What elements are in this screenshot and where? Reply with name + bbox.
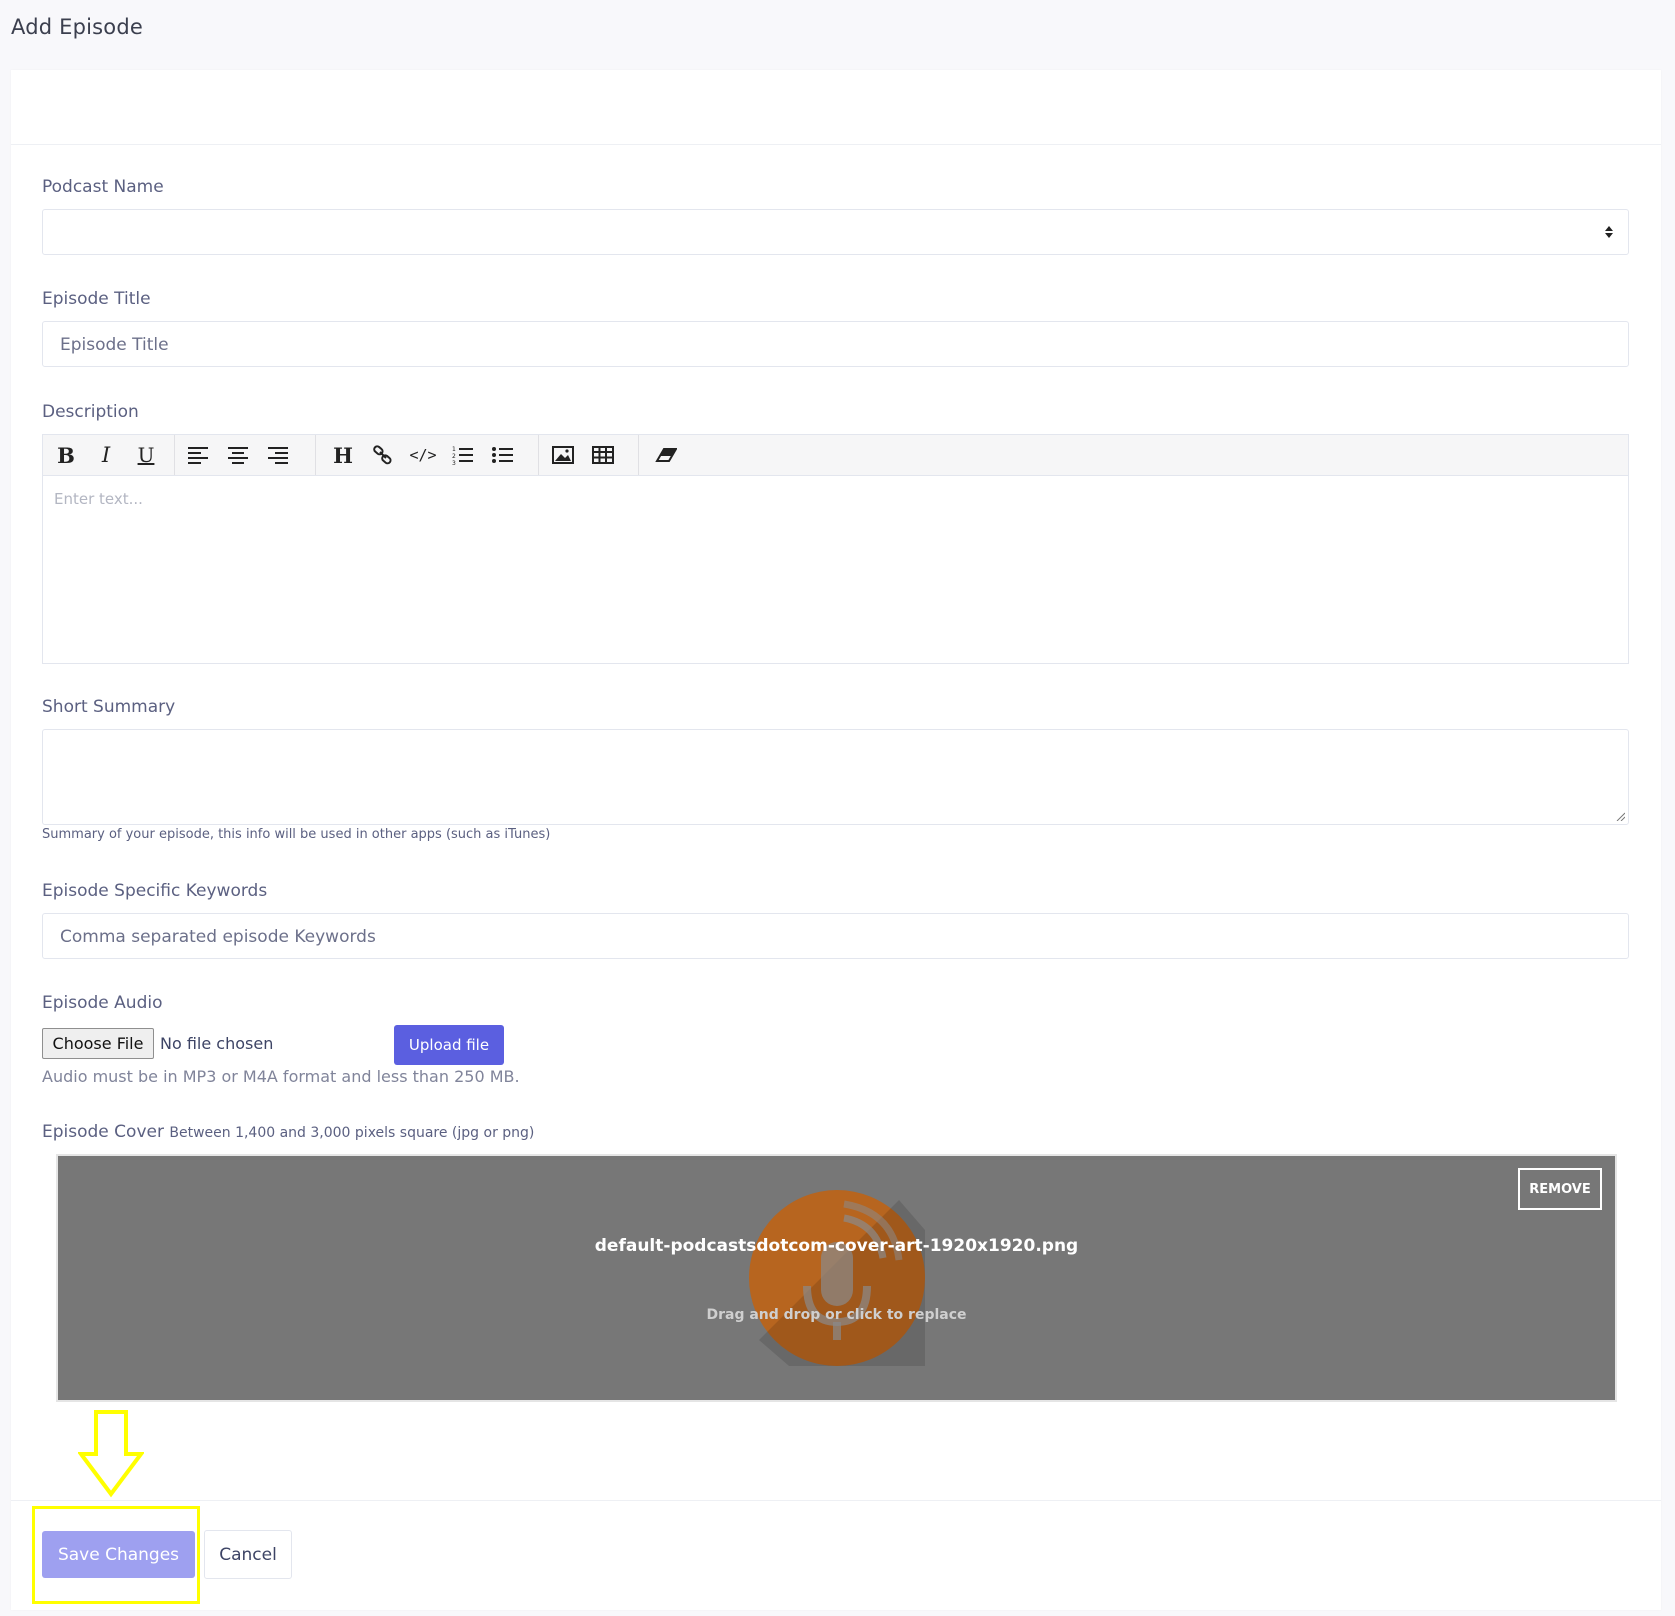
toolbar-divider (174, 435, 175, 475)
choose-file-button[interactable]: Choose File (42, 1028, 154, 1059)
svg-text:1: 1 (452, 446, 456, 453)
align-center-icon (228, 447, 248, 464)
select-arrows-icon (1605, 226, 1613, 238)
ordered-list-icon: 123 (452, 446, 473, 465)
replace-message: Drag and drop or click to replace (706, 1307, 967, 1323)
upload-file-button[interactable]: Upload file (394, 1025, 504, 1065)
card-header (11, 70, 1661, 145)
bold-button[interactable]: B (51, 441, 81, 469)
episode-title-input[interactable]: Episode Title (42, 321, 1629, 367)
keywords-placeholder: Comma separated episode Keywords (60, 927, 376, 947)
clear-format-button[interactable] (651, 441, 681, 469)
podcast-microphone-icon (749, 1190, 925, 1366)
remove-cover-button[interactable]: REMOVE (1518, 1168, 1602, 1210)
short-summary-label: Short Summary (42, 697, 176, 717)
annotation-highlight (32, 1506, 200, 1604)
ordered-list-button[interactable]: 123 (448, 441, 478, 469)
svg-text:3: 3 (452, 460, 456, 465)
footer-divider (11, 1500, 1661, 1501)
description-label: Description (42, 402, 139, 422)
heading-button[interactable]: H (328, 441, 358, 469)
svg-text:2: 2 (452, 453, 456, 460)
keywords-label: Episode Specific Keywords (42, 881, 268, 901)
episode-title-placeholder: Episode Title (60, 335, 169, 355)
editor-toolbar: B I U H </> 123 (43, 435, 1628, 476)
episode-cover-title: Episode Cover (42, 1122, 164, 1142)
code-button[interactable]: </> (408, 441, 438, 469)
description-editor[interactable]: B I U H </> 123 Enter text... (42, 434, 1629, 664)
link-button[interactable] (368, 441, 398, 469)
cancel-button[interactable]: Cancel (204, 1530, 292, 1579)
align-center-button[interactable] (223, 441, 253, 469)
align-right-icon (268, 447, 288, 464)
episode-audio-label: Episode Audio (42, 993, 163, 1013)
bullet-list-icon (492, 447, 513, 463)
align-left-button[interactable] (183, 441, 213, 469)
description-placeholder: Enter text... (54, 490, 143, 508)
short-summary-textarea[interactable] (42, 729, 1629, 825)
align-left-icon (188, 447, 208, 464)
toolbar-divider (538, 435, 539, 475)
image-button[interactable] (548, 441, 578, 469)
link-icon (373, 445, 392, 465)
italic-button[interactable]: I (91, 441, 121, 469)
episode-cover-hint: Between 1,400 and 3,000 pixels square (j… (169, 1125, 535, 1141)
arrow-down-icon (78, 1410, 144, 1498)
keywords-input[interactable]: Comma separated episode Keywords (42, 913, 1629, 959)
image-icon (552, 446, 574, 464)
toolbar-divider (638, 435, 639, 475)
table-button[interactable] (588, 441, 618, 469)
cover-file-name: default-podcastsdotcom-cover-art-1920x19… (594, 1236, 1079, 1256)
underline-button[interactable]: U (131, 441, 161, 469)
page-title: Add Episode (11, 15, 144, 39)
no-file-text: No file chosen (160, 1034, 274, 1053)
audio-hint: Audio must be in MP3 or M4A format and l… (42, 1067, 520, 1086)
align-right-button[interactable] (263, 441, 293, 469)
podcast-name-label: Podcast Name (42, 177, 164, 197)
podcast-name-select[interactable] (42, 209, 1629, 255)
eraser-icon (655, 448, 677, 462)
episode-cover-label: Episode Cover Between 1,400 and 3,000 pi… (42, 1122, 534, 1142)
resize-grip-icon[interactable] (1615, 811, 1625, 821)
toolbar-divider (315, 435, 316, 475)
episode-title-label: Episode Title (42, 289, 151, 309)
bullet-list-button[interactable] (488, 441, 518, 469)
table-icon (592, 446, 614, 464)
short-summary-hint: Summary of your episode, this info will … (42, 827, 551, 842)
